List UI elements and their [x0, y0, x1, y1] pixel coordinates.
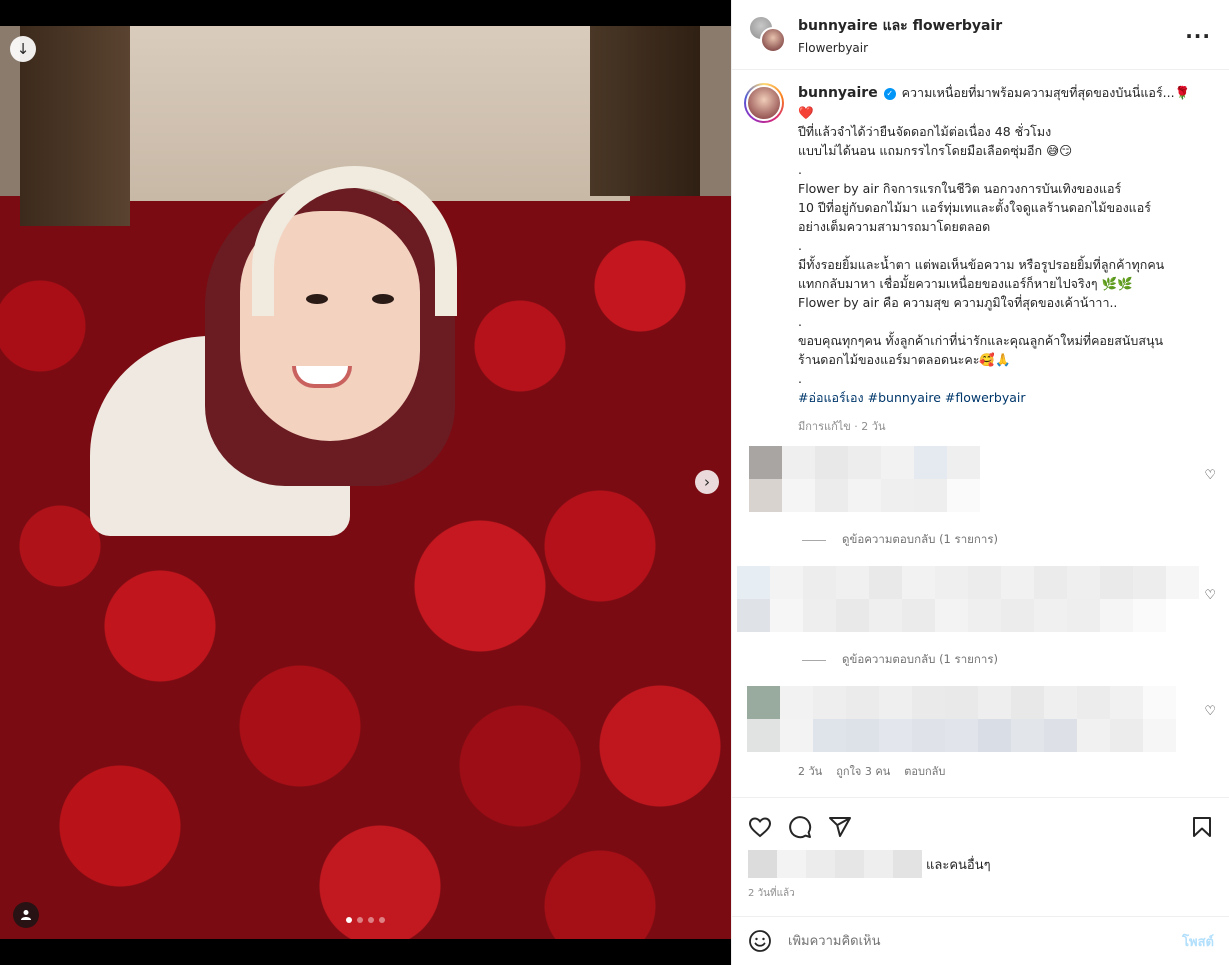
- caption-text: แบบไม่ได้นอน แถมกรรไกรโดยมือเลือดซุ่มอีก…: [798, 143, 1073, 158]
- heart-outline-icon[interactable]: ♡: [1204, 588, 1216, 603]
- user-silhouette: [21, 910, 31, 920]
- avatar: [760, 26, 786, 53]
- chevron-right-icon[interactable]: ›: [695, 470, 719, 494]
- post-media: ↓ ›: [0, 0, 731, 965]
- caption-text: .: [798, 162, 802, 177]
- comment-item: ♡: [732, 686, 1229, 758]
- caption-text: .: [798, 314, 802, 329]
- pixelated-comment: [749, 446, 980, 512]
- comment-item: ♡: [732, 566, 1229, 634]
- comment-time: 2 วัน: [798, 765, 823, 778]
- more-horizontal-icon[interactable]: ···: [1185, 24, 1211, 48]
- user-tag-icon[interactable]: [13, 902, 39, 928]
- likes-suffix[interactable]: และคนอื่นๆ: [926, 854, 991, 875]
- comment-input[interactable]: [788, 933, 1183, 949]
- view-replies[interactable]: ดูข้อความตอบกลับ (1 รายการ): [732, 634, 1229, 686]
- heart-outline-icon[interactable]: ♡: [1204, 468, 1216, 483]
- comment-likes[interactable]: ถูกใจ 3 คน: [836, 762, 890, 780]
- comment-reply-button[interactable]: ตอบกลับ: [904, 762, 945, 780]
- caption: bunnyaire ✓ ความเหนื่อยที่มาพร้อมความสุข…: [732, 71, 1229, 436]
- photo-background-post: [590, 26, 700, 196]
- avatar[interactable]: [744, 83, 784, 123]
- caption-text: 10 ปีที่อยู่กับดอกไม้มา แอร์ทุ่มเทและตั้…: [798, 200, 1151, 215]
- header-subtitle[interactable]: Flowerbyair: [798, 41, 1002, 55]
- carousel-dot: [379, 917, 385, 923]
- heart-icon[interactable]: [748, 815, 772, 839]
- post-comment-button[interactable]: โพสต์: [1182, 931, 1214, 952]
- comment-composer: โพสต์: [732, 916, 1229, 965]
- caption-text: Flower by air กิจการแรกในชีวิต นอกวงการบ…: [798, 181, 1122, 196]
- carousel-dot: [357, 917, 363, 923]
- post-actions: และคนอื่นๆ 2 วันที่แล้ว: [732, 797, 1229, 905]
- post-photo[interactable]: [0, 26, 731, 939]
- photo-eye: [372, 294, 394, 304]
- photo-eye: [306, 294, 328, 304]
- bookmark-icon[interactable]: [1190, 815, 1214, 839]
- download-arrow-icon[interactable]: ↓: [10, 36, 36, 62]
- caption-text: .: [798, 371, 802, 386]
- caption-body: bunnyaire ✓ ความเหนื่อยที่มาพร้อมความสุข…: [798, 83, 1198, 436]
- heart-outline-icon[interactable]: ♡: [1204, 704, 1216, 719]
- verified-badge-icon: ✓: [883, 88, 896, 100]
- caption-text: .: [798, 238, 802, 253]
- header-text: bunnyaire และ flowerbyair Flowerbyair: [798, 15, 1002, 55]
- likes-summary[interactable]: และคนอื่นๆ: [732, 842, 1229, 878]
- carousel-indicator: [346, 917, 385, 923]
- caption-text: ความเหนื่อยที่มาพร้อมความสุขที่สุดของบัน…: [901, 85, 1191, 100]
- caption-text: ❤️: [798, 105, 814, 120]
- collab-usernames[interactable]: bunnyaire และ flowerbyair: [798, 15, 1002, 37]
- caption-username[interactable]: bunnyaire: [798, 85, 878, 101]
- smiley-icon[interactable]: [748, 929, 772, 953]
- caption-text: ขอบคุณทุกๆคน ทั้งลูกค้าเก่าที่น่ารักและค…: [798, 333, 1164, 348]
- view-replies-label[interactable]: ดูข้อความตอบกลับ (1 รายการ): [842, 531, 998, 549]
- comment-item: ♡: [732, 446, 1229, 514]
- post-header: bunnyaire และ flowerbyair Flowerbyair ··…: [732, 0, 1229, 70]
- action-bar: [732, 798, 1229, 842]
- carousel-dot: [368, 917, 374, 923]
- photo-background-post: [20, 26, 130, 226]
- pixelated-liker-names: [748, 850, 922, 878]
- caption-text: แทกกลับมาหา เชื่อมั้ยความเหนื่อยของแอร์ก…: [798, 276, 1133, 291]
- caption-text: Flower by air คือ ความสุข ความภูมิใจที่ส…: [798, 295, 1118, 310]
- collab-avatars[interactable]: [748, 14, 786, 55]
- view-replies[interactable]: ดูข้อความตอบกลับ (1 รายการ): [732, 514, 1229, 566]
- caption-text: ปีที่แล้วจำได้ว่ายืนจัดดอกไม้ต่อเนื่อง 4…: [798, 124, 1052, 139]
- caption-text: ร้านดอกไม้ของแอร์มาตลอดนะคะ🥰🙏: [798, 352, 1011, 367]
- caption-text: มีทั้งรอยยิ้มและน้ำตา แต่พอเห็นข้อความ ห…: [798, 257, 1165, 272]
- pixelated-comment: [747, 686, 1176, 752]
- divider: [802, 659, 826, 661]
- carousel-dot: [346, 917, 352, 923]
- post-sidebar: bunnyaire และ flowerbyair Flowerbyair ··…: [731, 0, 1229, 965]
- pixelated-comment: [737, 566, 1199, 632]
- divider: [802, 539, 826, 541]
- post-time: 2 วันที่แล้ว: [748, 888, 795, 899]
- send-icon[interactable]: [828, 815, 852, 839]
- caption-hashtags[interactable]: #อ่อแอร์เอง #bunnyaire #flowerbyair: [798, 388, 1198, 407]
- caption-meta: มีการแก้ไข · 2 วัน: [798, 420, 886, 433]
- view-replies-label[interactable]: ดูข้อความตอบกลับ (1 รายการ): [842, 651, 998, 669]
- comment-icon[interactable]: [788, 815, 812, 839]
- caption-text: อย่างเต็มความสามารถมาโดยตลอด: [798, 219, 991, 234]
- comment-meta: 2 วัน ถูกใจ 3 คน ตอบกลับ: [732, 762, 1229, 780]
- comments-scroll-area[interactable]: bunnyaire ✓ ความเหนื่อยที่มาพร้อมความสุข…: [732, 71, 1229, 797]
